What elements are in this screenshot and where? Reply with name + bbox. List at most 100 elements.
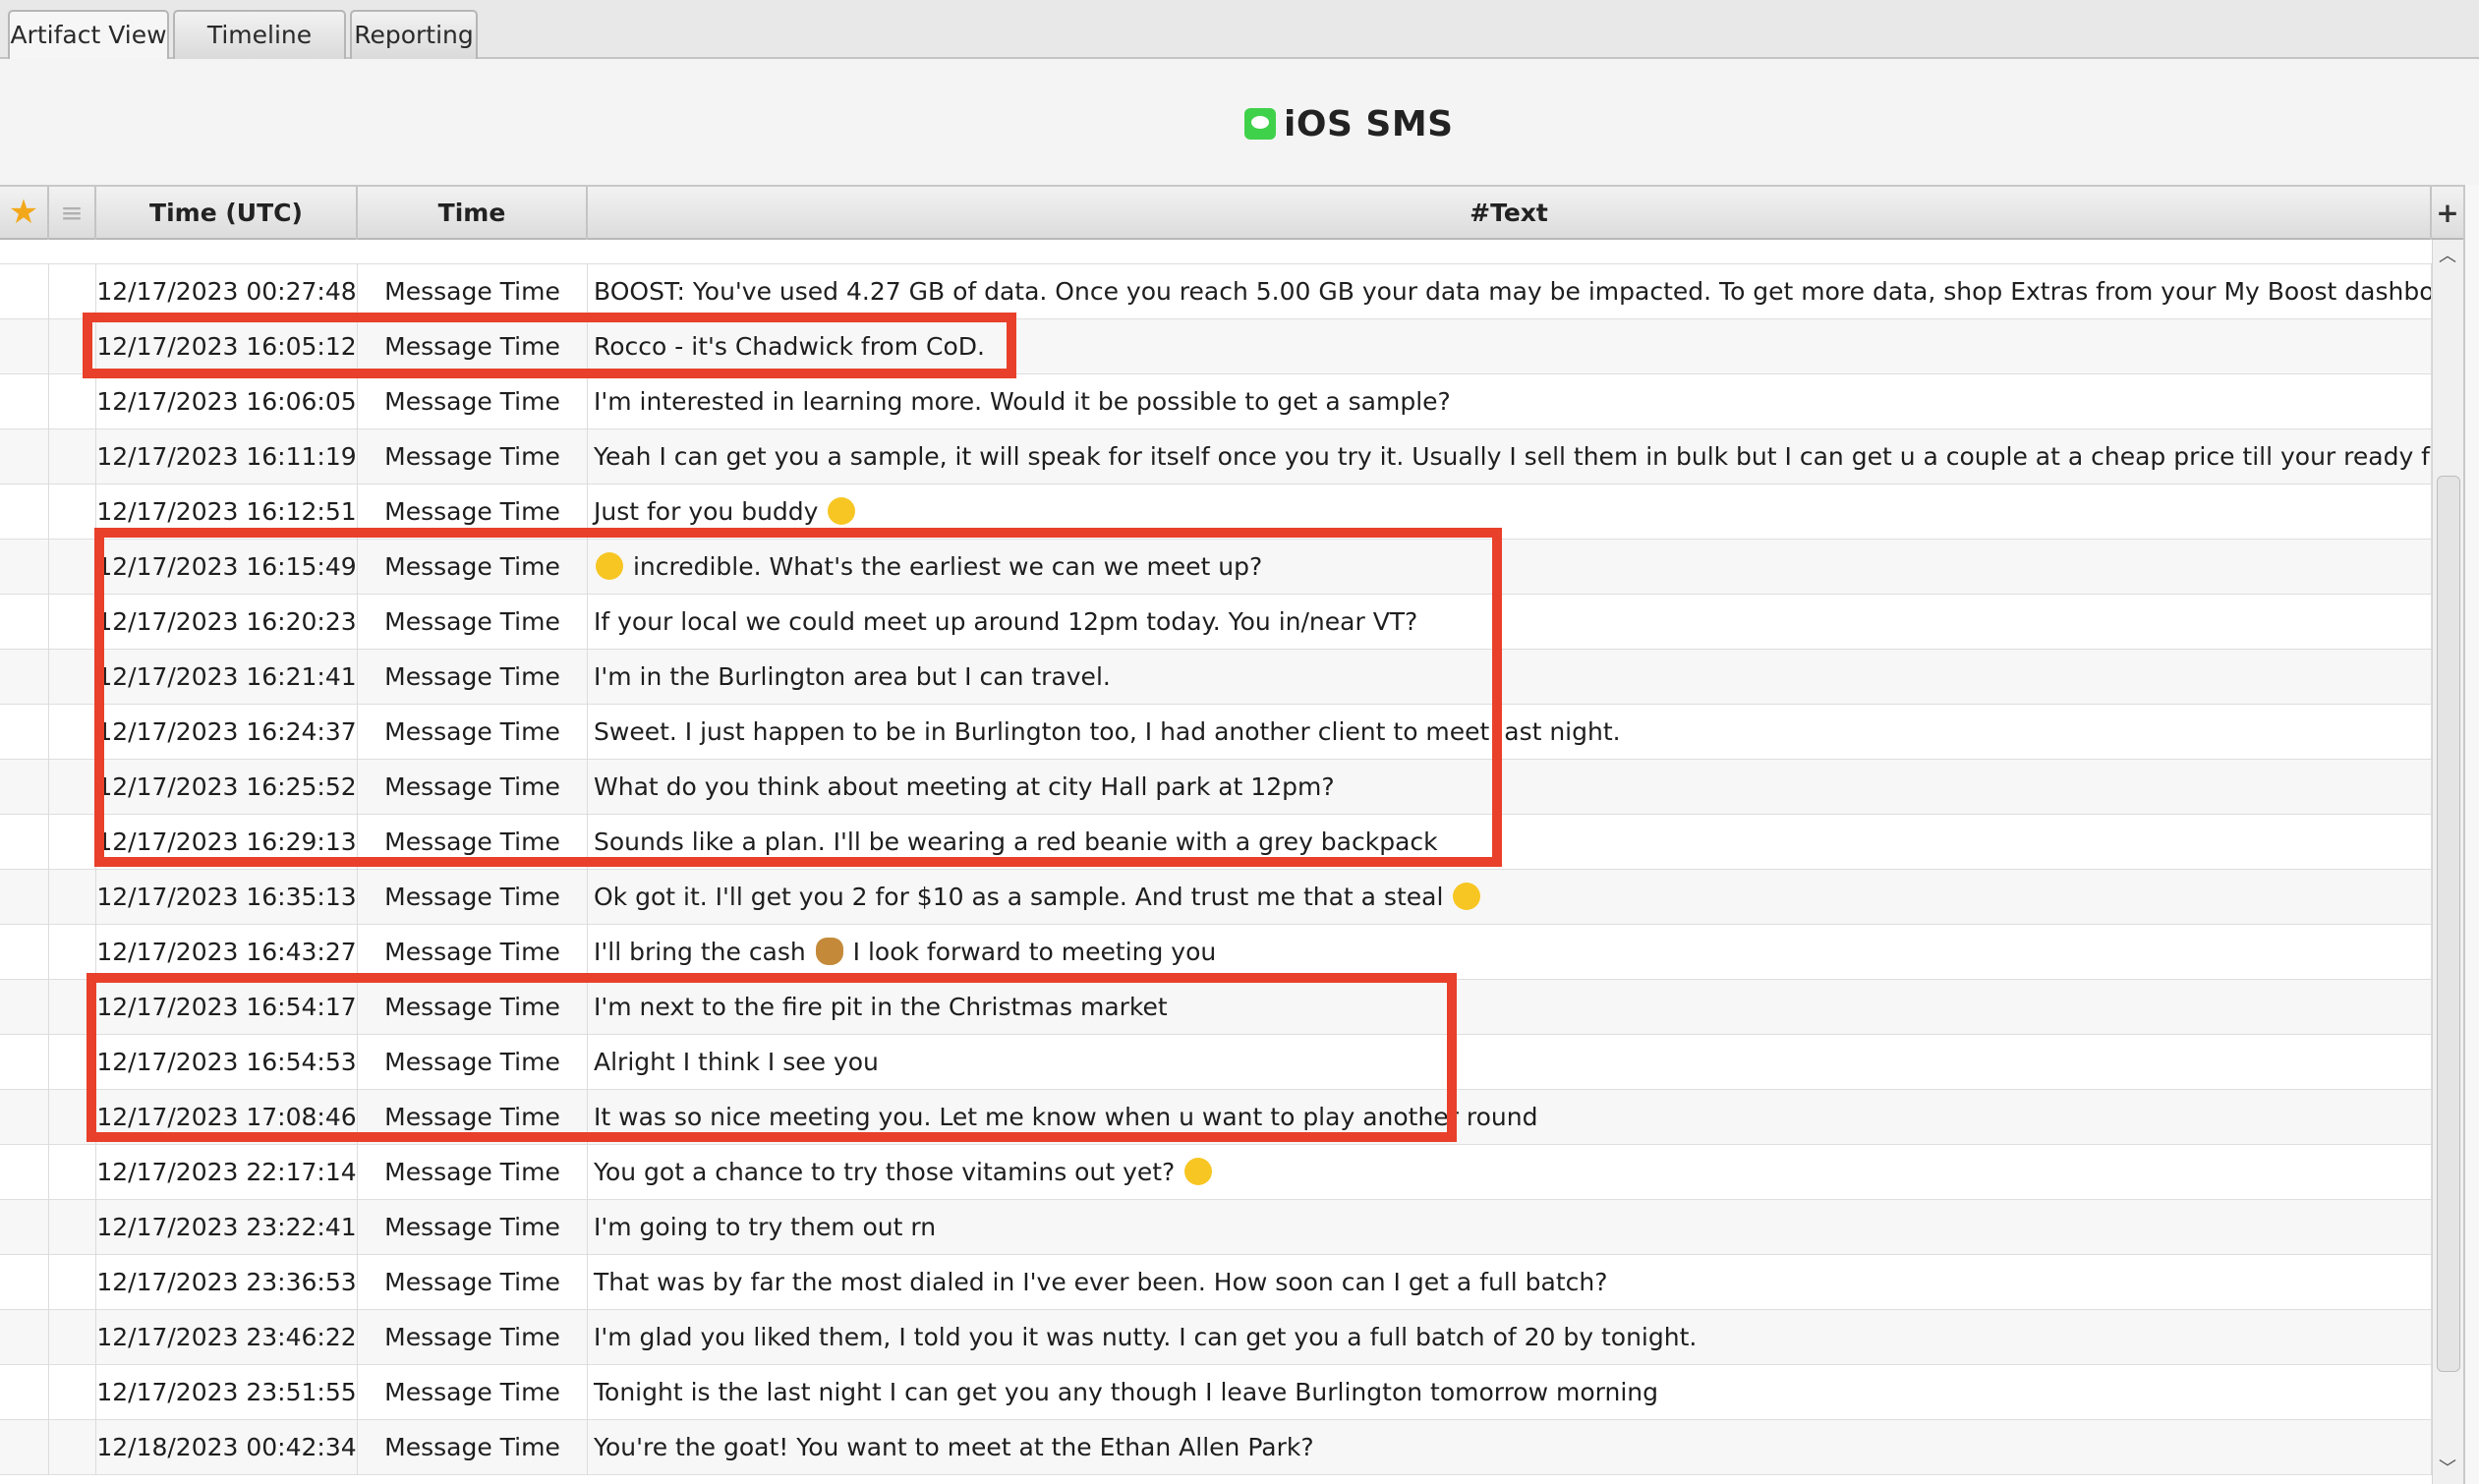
time-cell: 12/17/2023 23:46:22 xyxy=(96,1310,358,1365)
plus-icon: + xyxy=(2436,197,2459,229)
message-text-cell: What do you think about meeting at city … xyxy=(588,760,2432,815)
time-description-cell: Message Time xyxy=(358,1035,588,1090)
money-bag-icon xyxy=(815,938,843,965)
time-cell: 12/17/2023 16:24:37 xyxy=(96,705,358,760)
table-row[interactable]: 12/17/2023 23:36:53 Message Time That was … xyxy=(0,1255,2432,1310)
time-description-cell: Message Time xyxy=(358,1420,588,1475)
table-row[interactable]: 12/17/2023 23:46:22 Message Time I'm glad … xyxy=(0,1310,2432,1365)
scroll-up-icon[interactable]: ︿ xyxy=(2439,242,2456,267)
smiley-emoji-icon xyxy=(596,552,623,580)
time-cell: 12/17/2023 23:22:41 xyxy=(96,1200,358,1255)
scroll-down-icon[interactable]: ﹀ xyxy=(2439,1455,2456,1480)
time-cell: 12/17/2023 16:21:41 xyxy=(96,650,358,705)
row-star-cell xyxy=(0,1420,49,1475)
table-row[interactable]: 12/17/2023 16:35:13 Message Time Ok got it… xyxy=(0,870,2432,925)
message-text: I'm in the Burlington area but I can tra… xyxy=(594,662,1111,691)
table-row[interactable]: 12/17/2023 16:11:19 Message Time Yeah I ca… xyxy=(0,429,2432,485)
add-column-button[interactable]: + xyxy=(2432,187,2463,240)
table-row[interactable]: 12/17/2023 16:21:41 Message Time I'm in th… xyxy=(0,650,2432,705)
time-description-cell: Message Time xyxy=(358,374,588,429)
column-header-star[interactable]: ★ xyxy=(0,187,49,240)
message-text: Sweet. I just happen to be in Burlington… xyxy=(594,717,1621,746)
time-description-cell: Message Time xyxy=(358,980,588,1035)
row-menu-cell xyxy=(49,1310,96,1365)
column-header-time-description[interactable]: Time Description xyxy=(358,187,588,280)
column-header-text[interactable]: #Text xyxy=(588,187,2432,240)
scrollbar-thumb[interactable] xyxy=(2437,476,2460,1372)
message-text: I'm glad you liked them, I told you it w… xyxy=(594,1323,1698,1351)
table-row[interactable]: 12/17/2023 00:27:48 Message Time BOOST: Yo… xyxy=(0,264,2432,319)
time-description-cell: Message Time xyxy=(358,1145,588,1200)
table-row[interactable]: 12/17/2023 16:12:51 Message Time Just for … xyxy=(0,485,2432,540)
vertical-scrollbar[interactable]: ︿ ﹀ xyxy=(2432,240,2463,1484)
time-description-cell: Message Time xyxy=(358,925,588,980)
row-menu-cell xyxy=(49,1420,96,1475)
message-text: Ok got it. I'll get you 2 for $10 as a s… xyxy=(594,883,1444,911)
page-title: iOS SMS xyxy=(1284,103,1454,144)
row-menu-cell xyxy=(49,925,96,980)
messages-app-icon xyxy=(1244,108,1276,140)
message-text: BOOST: You've used 4.27 GB of data. Once… xyxy=(594,277,2431,306)
table-row[interactable]: 12/17/2023 16:24:37 Message Time Sweet. I … xyxy=(0,705,2432,760)
time-cell: 12/17/2023 17:08:46 xyxy=(96,1090,358,1145)
row-menu-cell xyxy=(49,1035,96,1090)
row-star-cell xyxy=(0,1310,49,1365)
time-cell: 12/17/2023 00:27:48 xyxy=(96,264,358,319)
time-description-cell: Message Time xyxy=(358,870,588,925)
message-text-cell: I'm in the Burlington area but I can tra… xyxy=(588,650,2432,705)
message-text: incredible. What's the earliest we can w… xyxy=(632,552,1263,581)
row-star-cell xyxy=(0,925,49,980)
table-row[interactable]: 12/17/2023 16:05:12 Message Time Rocco - i… xyxy=(0,319,2432,374)
table-row[interactable]: 12/17/2023 23:22:41 Message Time I'm going… xyxy=(0,1200,2432,1255)
message-text-cell: Rocco - it's Chadwick from CoD. xyxy=(588,319,2432,374)
message-text: It was so nice meeting you. Let me know … xyxy=(594,1103,1538,1131)
table-row[interactable]: 12/17/2023 16:54:53 Message Time Alright I… xyxy=(0,1035,2432,1090)
message-text-cell: I'm going to try them out rn xyxy=(588,1200,2432,1255)
tab-reporting[interactable]: Reporting xyxy=(350,10,478,59)
time-cell: 12/17/2023 16:15:49 xyxy=(96,540,358,595)
row-menu-cell xyxy=(49,1090,96,1145)
row-menu-cell xyxy=(49,1365,96,1420)
column-header-menu[interactable]: ≡ xyxy=(49,187,96,240)
table-row[interactable]: 12/17/2023 16:43:27 Message Time I'll brin… xyxy=(0,925,2432,980)
table-row[interactable]: 12/17/2023 16:54:17 Message Time I'm next … xyxy=(0,980,2432,1035)
row-star-cell xyxy=(0,870,49,925)
row-star-cell xyxy=(0,1255,49,1310)
row-star-cell xyxy=(0,650,49,705)
row-star-cell xyxy=(0,1365,49,1420)
message-text: What do you think about meeting at city … xyxy=(594,772,1335,801)
message-text: You got a chance to try those vitamins o… xyxy=(594,1158,1176,1186)
tab-artifact-view[interactable]: Artifact View xyxy=(8,10,169,61)
column-header-time[interactable]: Time (UTC) xyxy=(96,187,358,240)
table-row[interactable]: 12/17/2023 17:08:46 Message Time It was so… xyxy=(0,1090,2432,1145)
table-row[interactable]: 12/17/2023 23:51:55 Message Time Tonight i… xyxy=(0,1365,2432,1420)
table-row[interactable]: 12/17/2023 16:06:05 Message Time I'm inter… xyxy=(0,374,2432,429)
menu-icon: ≡ xyxy=(60,197,84,229)
artifact-table: ★ ≡ Time (UTC) Time Description #Text + … xyxy=(0,185,2479,1484)
message-text-cell: You got a chance to try those vitamins o… xyxy=(588,1145,2432,1200)
row-menu-cell xyxy=(49,540,96,595)
row-menu-cell xyxy=(49,1200,96,1255)
message-text: If your local we could meet up around 12… xyxy=(594,607,1418,636)
time-cell: 12/17/2023 16:12:51 xyxy=(96,485,358,540)
table-row[interactable]: 12/17/2023 16:20:23 Message Time If your l… xyxy=(0,595,2432,650)
message-text: Yeah I can get you a sample, it will spe… xyxy=(594,442,2432,471)
time-cell: 12/17/2023 23:36:53 xyxy=(96,1255,358,1310)
tab-timeline-view[interactable]: Timeline View xyxy=(173,10,346,96)
time-cell: 12/17/2023 16:54:17 xyxy=(96,980,358,1035)
table-row[interactable]: 12/17/2023 16:25:52 Message Time What do y… xyxy=(0,760,2432,815)
time-description-cell: Message Time xyxy=(358,595,588,650)
table-row[interactable]: 12/17/2023 16:29:13 Message Time Sounds li… xyxy=(0,815,2432,870)
table-row[interactable]: 12/18/2023 00:42:34 Message Time You're th… xyxy=(0,1420,2432,1475)
message-text: I'm interested in learning more. Would i… xyxy=(594,387,1451,416)
time-cell: 12/17/2023 23:51:55 xyxy=(96,1365,358,1420)
table-row[interactable]: 12/17/2023 22:17:14 Message Time You got a… xyxy=(0,1145,2432,1200)
time-description-cell: Message Time xyxy=(358,705,588,760)
row-menu-cell xyxy=(49,650,96,705)
table-row[interactable]: 12/17/2023 16:15:49 Message Time incredib… xyxy=(0,540,2432,595)
time-description-cell: Message Time xyxy=(358,1090,588,1145)
row-star-cell xyxy=(0,1090,49,1145)
message-text-cell: I'm interested in learning more. Would i… xyxy=(588,374,2432,429)
time-description-cell: Message Time xyxy=(358,650,588,705)
artifact-title: iOS SMS xyxy=(1244,98,1454,149)
